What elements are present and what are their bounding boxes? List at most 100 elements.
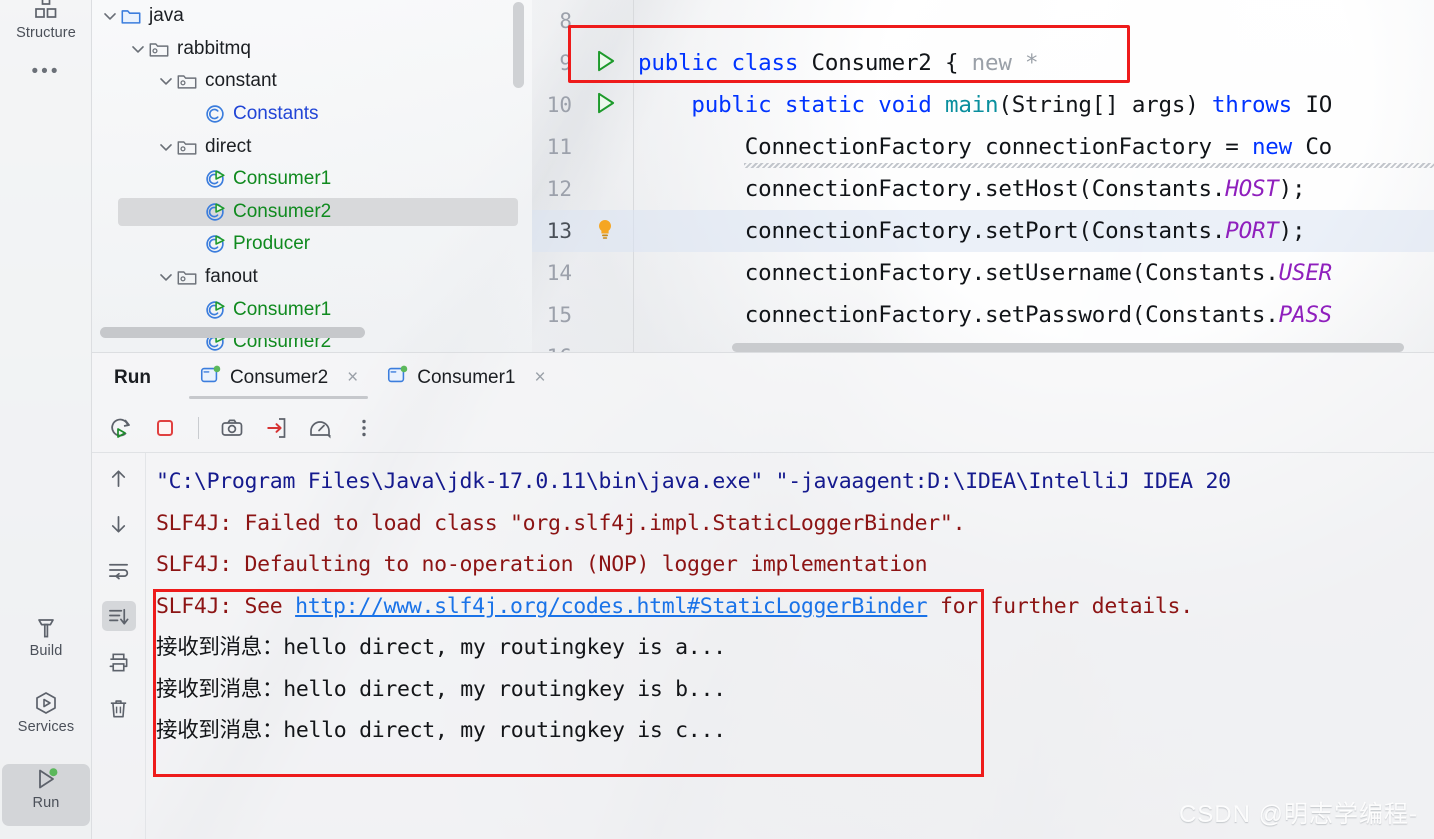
tree-item-fanout[interactable]: fanout (92, 261, 532, 294)
code-line-9[interactable]: 9public class Consumer2 { new * (532, 42, 1434, 84)
tree-item-producer[interactable]: Producer (92, 228, 532, 261)
chevron-down-icon[interactable] (128, 39, 148, 59)
editor-horizontal-scrollbar[interactable] (732, 343, 1404, 352)
line-number: 10 (532, 93, 578, 117)
soft-wrap-icon[interactable] (102, 555, 136, 585)
tree-item-consumer1[interactable]: Consumer1 (92, 163, 532, 196)
package-icon (148, 38, 170, 60)
editor-gutter-slot (578, 48, 632, 78)
code-token: PASS (1279, 302, 1332, 328)
package-icon (176, 266, 198, 288)
close-icon[interactable]: × (347, 367, 358, 389)
console-line: SLF4J: Failed to load class "org.slf4j.i… (156, 503, 1434, 545)
run-tool-window: Run Consumer2×Consumer1× (92, 352, 1434, 839)
scroll-to-end-icon[interactable] (102, 601, 136, 631)
code-token: new * (972, 50, 1039, 76)
code-editor[interactable]: 89public class Consumer2 { new *10 publi… (532, 0, 1434, 352)
code-line-11[interactable]: 11 ConnectionFactory connectionFactory =… (532, 126, 1434, 168)
code-token: throws (1212, 92, 1305, 118)
tree-item-direct[interactable]: direct (92, 130, 532, 163)
tool-rail-label-run: Run (33, 795, 60, 811)
tree-no-chevron (184, 234, 204, 254)
chevron-down-icon[interactable] (100, 6, 120, 26)
tree-item-label: Producer (233, 233, 310, 255)
console-text: "C:\Program Files\Java\jdk-17.0.11\bin\j… (156, 469, 1231, 494)
tree-item-rabbitmq[interactable]: rabbitmq (92, 33, 532, 66)
gauge-icon[interactable] (305, 413, 335, 443)
line-number: 11 (532, 135, 578, 159)
code-token: connectionFactory.setPort(Constants. (638, 218, 1225, 244)
console-line: SLF4J: Defaulting to no-operation (NOP) … (156, 544, 1434, 586)
rerun-icon[interactable] (106, 413, 136, 443)
code-token: ); (1279, 176, 1306, 202)
tool-rail-item-build[interactable]: Build (0, 614, 92, 659)
code-token: main (945, 92, 998, 118)
trash-icon[interactable] (102, 693, 136, 723)
run-gutter-icon[interactable] (592, 90, 618, 120)
line-number: 15 (532, 303, 578, 327)
code-text: public static void main(String[] args) t… (632, 92, 1332, 118)
code-token: IO (1305, 92, 1332, 118)
code-token: ConnectionFactory connectionFactory = (638, 134, 1252, 160)
arrow-up-icon[interactable] (102, 463, 136, 493)
project-tree-vertical-scrollbar[interactable] (513, 2, 524, 88)
code-line-14[interactable]: 14 connectionFactory.setUsername(Constan… (532, 252, 1434, 294)
chevron-down-icon[interactable] (156, 137, 176, 157)
code-token (638, 92, 691, 118)
code-token: Co (1305, 134, 1332, 160)
run-tab-consumer1[interactable]: Consumer1 × (372, 353, 559, 403)
tree-no-chevron (184, 202, 204, 222)
code-line-8[interactable]: 8 (532, 0, 1434, 42)
line-number: 8 (532, 9, 578, 33)
run-tab-consumer2[interactable]: Consumer2× (185, 353, 372, 403)
java-runnable-class-icon (204, 299, 226, 321)
run-tabs-list: Consumer2× Consumer1 × (185, 353, 560, 403)
printer-icon[interactable] (102, 647, 136, 677)
run-play-icon (33, 766, 59, 792)
tool-rail-label-build: Build (30, 643, 63, 659)
code-token: connectionFactory.setPassword(Constants. (638, 302, 1279, 328)
chevron-down-icon[interactable] (156, 71, 176, 91)
run-tab-label: Consumer1 (417, 367, 515, 389)
tool-rail-label-structure: Structure (16, 25, 76, 41)
camera-icon[interactable] (217, 413, 247, 443)
code-line-10[interactable]: 10 public static void main(String[] args… (532, 84, 1434, 126)
code-text: public class Consumer2 { new * (632, 50, 1038, 76)
import-arrow-icon[interactable] (261, 413, 291, 443)
project-tree-panel[interactable]: javarabbitmqconstant Constants direct Consu… (92, 0, 532, 352)
run-toolbar (92, 403, 1434, 453)
tool-rail-item-run[interactable]: Run (0, 766, 92, 811)
tree-item-java[interactable]: java (92, 0, 532, 33)
tool-rail-more-dots[interactable]: ••• (0, 62, 92, 81)
tree-item-consumer2[interactable]: Consumer2 (92, 196, 532, 229)
chevron-down-icon[interactable] (156, 267, 176, 287)
console-lines: "C:\Program Files\Java\jdk-17.0.11\bin\j… (156, 461, 1434, 752)
tool-rail-item-structure[interactable]: Structure (0, 0, 92, 41)
stop-square-icon[interactable] (150, 413, 180, 443)
code-line-12[interactable]: 12 connectionFactory.setHost(Constants.H… (532, 168, 1434, 210)
code-line-15[interactable]: 15 connectionFactory.setPassword(Constan… (532, 294, 1434, 336)
close-icon[interactable]: × (534, 367, 545, 389)
console-link[interactable]: http://www.slf4j.org/codes.html#StaticLo… (295, 594, 927, 619)
package-icon (176, 70, 198, 92)
tree-item-consumer1[interactable]: Consumer1 (92, 293, 532, 326)
vertical-dots-icon[interactable] (349, 413, 379, 443)
tree-item-constant[interactable]: constant (92, 65, 532, 98)
tree-item-label: Constants (233, 103, 319, 125)
intention-bulb-icon[interactable] (593, 217, 617, 245)
line-number: 13 (532, 219, 578, 243)
code-token: class (731, 50, 811, 76)
code-token: connectionFactory.setUsername(Constants. (638, 260, 1279, 286)
arrow-down-icon[interactable] (102, 509, 136, 539)
code-line-13[interactable]: 13 connectionFactory.setPort(Constants.P… (532, 210, 1434, 252)
tree-item-label: Consumer1 (233, 168, 331, 190)
tree-item-label: direct (205, 136, 251, 158)
code-token: HOST (1225, 176, 1278, 202)
tree-item-constants[interactable]: Constants (92, 98, 532, 131)
tree-item-label: Consumer1 (233, 299, 331, 321)
tool-rail-item-services[interactable]: Services (0, 690, 92, 735)
project-tree-horizontal-scrollbar[interactable] (100, 327, 365, 338)
console-output[interactable]: "C:\Program Files\Java\jdk-17.0.11\bin\j… (148, 453, 1434, 839)
structure-icon (33, 0, 59, 22)
run-gutter-icon[interactable] (592, 48, 618, 78)
